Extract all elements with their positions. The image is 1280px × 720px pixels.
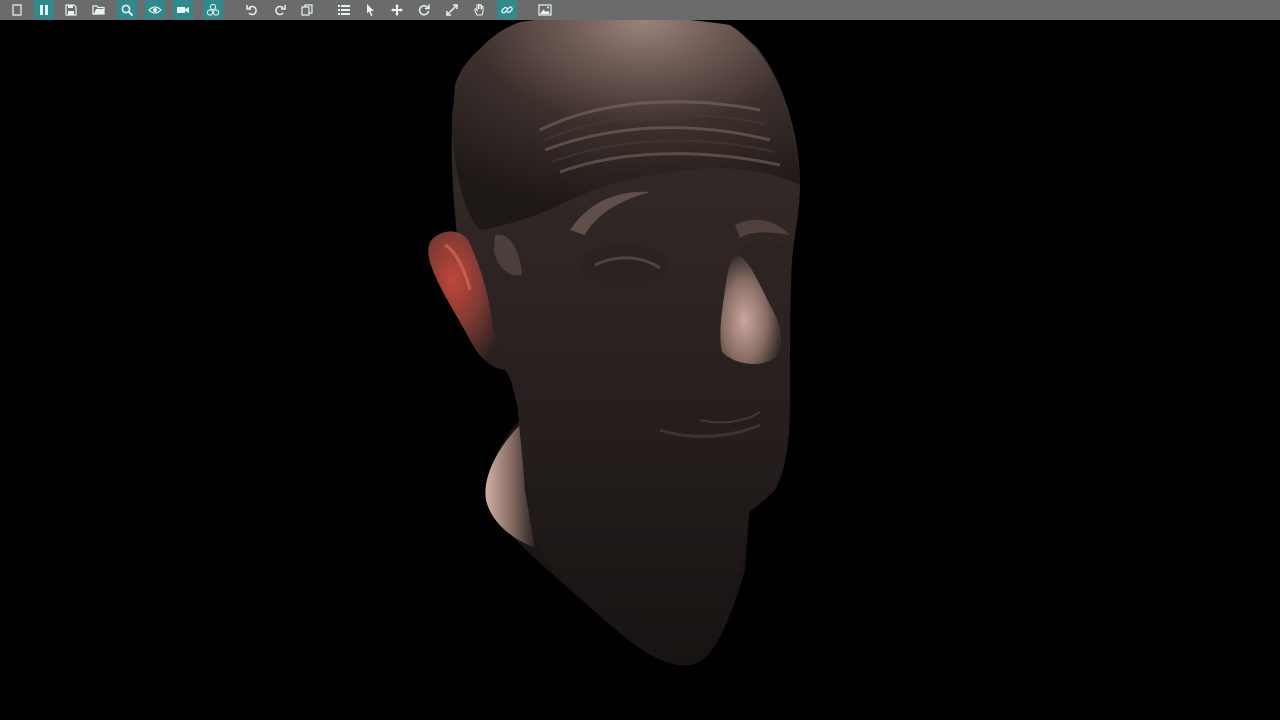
main-toolbar <box>0 0 1280 20</box>
folder-open-icon[interactable] <box>89 0 109 19</box>
copy-icon[interactable] <box>297 0 317 19</box>
redo-icon[interactable] <box>270 0 290 19</box>
scale-icon[interactable] <box>442 0 462 19</box>
link-icon[interactable] <box>497 0 517 19</box>
eye-icon[interactable] <box>145 0 165 19</box>
image-icon[interactable] <box>535 0 555 19</box>
camera-icon[interactable] <box>173 0 193 19</box>
select-pointer-icon[interactable] <box>360 0 380 19</box>
3d-viewport[interactable] <box>0 20 1280 720</box>
move-icon[interactable] <box>387 0 407 19</box>
rotate-icon[interactable] <box>414 0 434 19</box>
save-icon[interactable] <box>61 0 81 19</box>
pause-icon[interactable] <box>34 0 54 19</box>
undo-icon[interactable] <box>242 0 262 19</box>
blank-page-icon[interactable] <box>7 0 27 19</box>
search-icon[interactable] <box>117 0 137 19</box>
human-head-3d-model[interactable] <box>0 20 1280 720</box>
list-icon[interactable] <box>334 0 354 19</box>
hand-pan-icon[interactable] <box>469 0 489 19</box>
layers-icon[interactable] <box>203 0 223 19</box>
